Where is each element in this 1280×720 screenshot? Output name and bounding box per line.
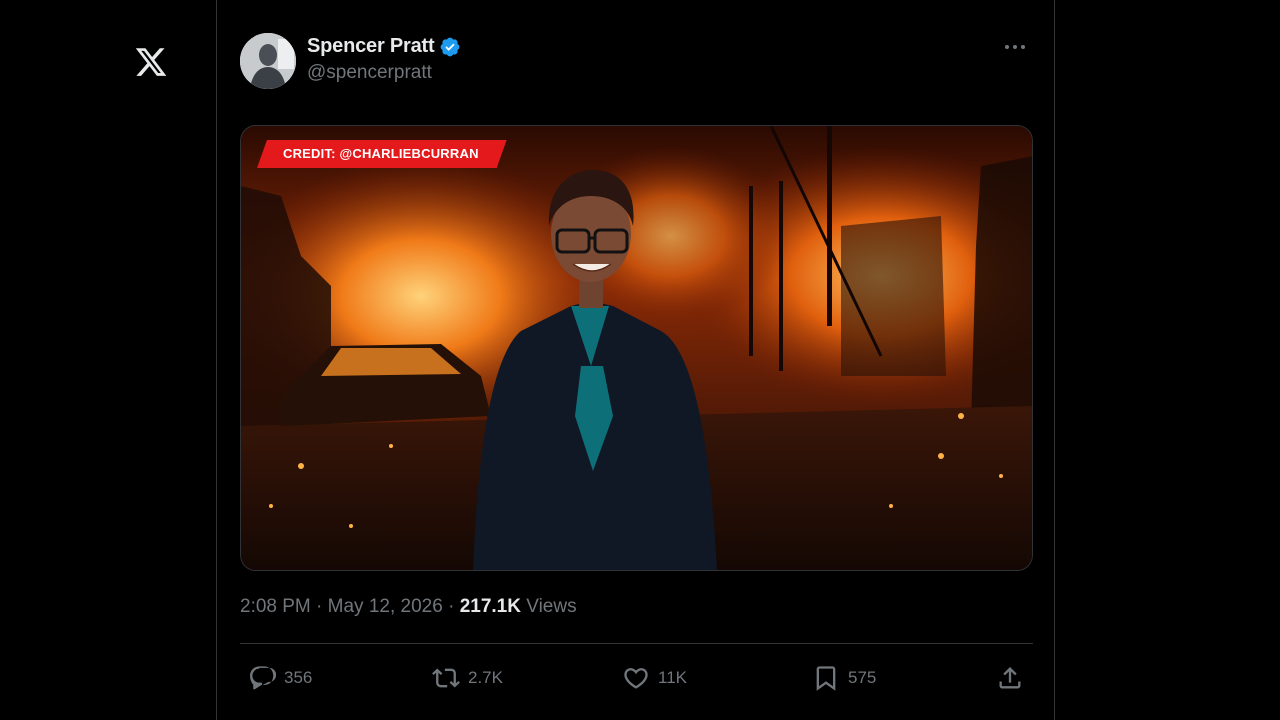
like-button[interactable]: 11K bbox=[622, 660, 687, 696]
display-name-text: Spencer Pratt bbox=[307, 35, 435, 57]
meta-separator: · bbox=[316, 596, 323, 617]
post-column: Spencer Pratt @spencerpratt CREDIT: @CHA… bbox=[216, 0, 1055, 720]
image-credit-label: CREDIT: @CHARLIEBCURRAN bbox=[257, 140, 507, 168]
x-logo-icon[interactable] bbox=[134, 44, 168, 80]
like-count: 11K bbox=[658, 668, 687, 687]
repost-icon bbox=[432, 668, 460, 688]
author-names: Spencer Pratt @spencerpratt bbox=[307, 35, 461, 84]
bookmark-button[interactable]: 575 bbox=[812, 660, 876, 696]
views-count[interactable]: 217.1K bbox=[460, 596, 521, 617]
verified-badge-icon bbox=[441, 37, 460, 56]
share-icon bbox=[999, 667, 1021, 689]
meta-separator: · bbox=[448, 596, 455, 617]
bookmark-count: 575 bbox=[848, 668, 877, 687]
heart-icon bbox=[624, 668, 648, 689]
post-image[interactable]: CREDIT: @CHARLIEBCURRAN bbox=[240, 125, 1033, 571]
post-actions: 356 2.7K 11K 575 bbox=[240, 660, 1033, 696]
share-button[interactable] bbox=[996, 660, 1024, 696]
post-header: Spencer Pratt @spencerpratt bbox=[240, 33, 1030, 89]
reply-button[interactable]: 356 bbox=[248, 660, 312, 696]
bookmark-icon bbox=[816, 666, 836, 691]
repost-button[interactable]: 2.7K bbox=[432, 660, 503, 696]
divider bbox=[240, 643, 1033, 644]
post-time[interactable]: 2:08 PM bbox=[240, 596, 311, 617]
avatar[interactable] bbox=[240, 33, 296, 89]
reply-count: 356 bbox=[284, 668, 313, 687]
post-date[interactable]: May 12, 2026 bbox=[328, 596, 443, 617]
reply-icon bbox=[250, 666, 276, 690]
views-label: Views bbox=[526, 596, 577, 617]
fire-scene-illustration bbox=[241, 126, 1032, 570]
author-handle[interactable]: @spencerpratt bbox=[307, 62, 461, 84]
author-display-name[interactable]: Spencer Pratt bbox=[307, 35, 461, 58]
more-options-icon[interactable] bbox=[1003, 37, 1027, 57]
repost-count: 2.7K bbox=[468, 668, 503, 687]
post-meta: 2:08 PM · May 12, 2026 · 217.1K Views bbox=[240, 596, 577, 618]
